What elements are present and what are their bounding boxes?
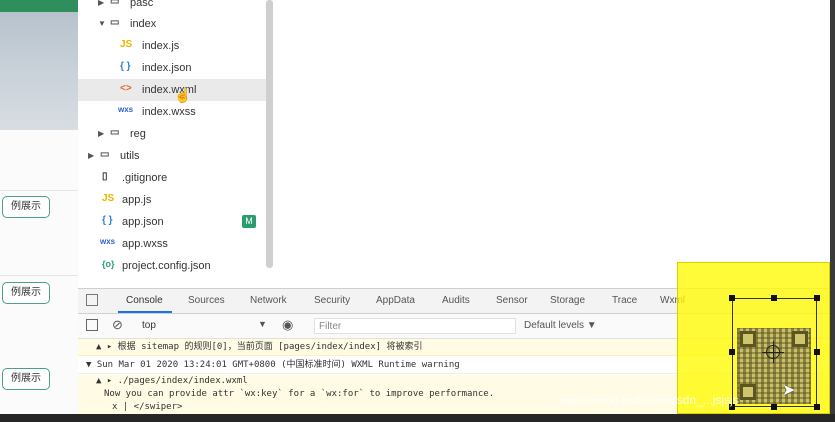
tree-item-label: index.wxss [142, 106, 196, 118]
horizontal-scrollbar[interactable] [0, 414, 835, 422]
tab-security[interactable]: Security [314, 295, 350, 306]
divider [0, 275, 78, 276]
folder-icon: ▭ [110, 0, 120, 7]
tree-item-file[interactable]: {o} project.config.json [78, 255, 266, 277]
tree-item-file[interactable]: { } index.json [78, 57, 266, 79]
mouse-pointer-icon: ➤ [782, 382, 796, 399]
clear-console-icon[interactable]: ⊘ [112, 317, 123, 333]
tab-sources[interactable]: Sources [188, 295, 225, 306]
json-file-icon: { } [102, 215, 113, 226]
tree-item-label: pasc [130, 0, 154, 9]
chevron-down-icon: ▼ [258, 319, 267, 329]
json-file-icon: { } [120, 61, 131, 72]
resize-handle[interactable] [771, 404, 777, 410]
sidebar-toggle-icon[interactable] [86, 319, 98, 331]
resize-handle[interactable] [771, 295, 777, 301]
tab-network[interactable]: Network [250, 295, 287, 306]
tree-item-file[interactable]: ▯ .gitignore [78, 167, 266, 189]
simulator-navbar [0, 0, 78, 12]
active-tab-indicator [118, 311, 172, 313]
tree-item-file[interactable]: wxs index.wxss [78, 101, 266, 123]
tree-item-label: utils [120, 150, 140, 162]
resize-handle[interactable] [814, 295, 820, 301]
context-select[interactable]: top [142, 320, 156, 331]
watermark-text: https://blog.csdn.net/csdn_...jsjsjs [560, 393, 739, 407]
tree-item-label: reg [130, 128, 146, 140]
tab-console[interactable]: Console [126, 295, 163, 306]
resize-handle[interactable] [814, 349, 820, 355]
log-levels-dropdown[interactable]: Default levels ▼ [524, 320, 597, 331]
tree-item-label: index [130, 18, 157, 30]
example-button[interactable]: 例展示 [2, 368, 50, 390]
chevron-right-icon: ▶ [98, 0, 105, 7]
config-file-icon: {o} [102, 259, 115, 269]
js-file-icon: JS [102, 193, 115, 204]
ide-window: 例展示 例展示 例展示 ▶ ▭ pasc ▼ ▭ index JS index.… [0, 0, 830, 414]
file-tree-scrollbar[interactable] [266, 0, 273, 268]
tab-trace[interactable]: Trace [612, 295, 637, 306]
file-tree: ▶ ▭ pasc ▼ ▭ index JS index.js { } index… [78, 0, 266, 290]
tree-item-label: app.wxss [122, 238, 168, 250]
file-icon: ▯ [102, 171, 108, 182]
tree-item-folder[interactable]: ▶ ▭ reg [78, 123, 266, 145]
chevron-right-icon: ▶ [98, 129, 105, 138]
tree-item-folder[interactable]: ▶ ▭ pasc [78, 0, 266, 14]
wxml-file-icon: <> [120, 83, 132, 94]
tree-item-file-hovered[interactable]: <> index.wxml ☝ [78, 79, 266, 103]
tree-item-label: index.json [142, 62, 192, 74]
wxss-file-icon: wxs [118, 105, 134, 114]
chevron-down-icon: ▼ [98, 19, 106, 28]
eye-icon[interactable]: ◉ [282, 317, 293, 333]
folder-open-icon: ▭ [110, 17, 120, 28]
tree-item-label: app.js [122, 194, 152, 206]
tab-sensor[interactable]: Sensor [496, 295, 528, 306]
tree-item-label: .gitignore [122, 172, 168, 184]
modified-badge: M [242, 215, 256, 228]
tree-item-file[interactable]: JS app.js [78, 189, 266, 211]
tab-appdata[interactable]: AppData [376, 295, 415, 306]
chevron-right-icon: ▶ [88, 151, 95, 160]
console-filter-input[interactable]: Filter [314, 318, 516, 334]
resize-handle[interactable] [729, 295, 735, 301]
tree-item-folder[interactable]: ▶ ▭ utils [78, 145, 266, 167]
tree-item-folder[interactable]: ▼ ▭ index [78, 13, 266, 35]
tree-item-label: index.js [142, 40, 180, 52]
divider [0, 190, 78, 191]
example-button[interactable]: 例展示 [2, 196, 50, 218]
example-button[interactable]: 例展示 [2, 282, 50, 304]
crosshair-line [773, 341, 774, 363]
tab-storage[interactable]: Storage [550, 295, 585, 306]
tab-audits[interactable]: Audits [442, 295, 470, 306]
simulator-banner-image [0, 12, 78, 130]
tree-item-label: project.config.json [122, 260, 211, 272]
tree-item-file[interactable]: JS index.js [78, 35, 266, 57]
window-edge [830, 0, 835, 422]
simulator-panel: 例展示 例展示 例展示 [0, 0, 79, 414]
inspect-element-icon[interactable] [86, 294, 98, 306]
resize-handle[interactable] [729, 349, 735, 355]
folder-icon: ▭ [100, 149, 110, 160]
resize-handle[interactable] [814, 404, 820, 410]
tree-item-label: app.json [122, 216, 164, 228]
folder-icon: ▭ [110, 127, 120, 138]
wxss-file-icon: wxs [100, 237, 116, 246]
tree-item-file[interactable]: wxs app.wxss [78, 233, 266, 255]
tree-item-file[interactable]: { } app.json M [78, 211, 266, 233]
js-file-icon: JS [120, 39, 133, 50]
